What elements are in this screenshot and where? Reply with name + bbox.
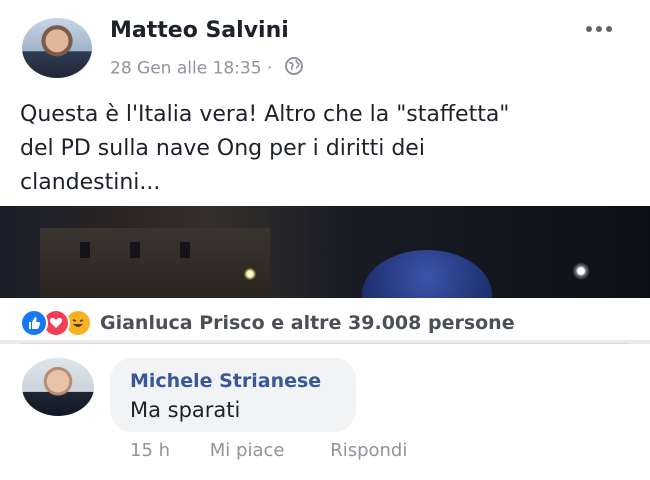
commenter-avatar[interactable]: [22, 358, 94, 416]
post-text-line: clandestini...: [20, 170, 161, 195]
post-text: Questa è l'Italia vera! Altro che la "st…: [20, 98, 630, 200]
window-shape: [80, 242, 90, 258]
comment-time[interactable]: 15 h: [130, 440, 170, 461]
comment-like-button[interactable]: Mi piace: [210, 440, 285, 461]
post-meta: 28 Gen alle 18:35 ·: [110, 56, 304, 81]
comment-author[interactable]: Michele Strianese: [130, 370, 321, 392]
building-shape: [40, 228, 270, 298]
post-text-line: del PD sulla nave Ong per i diritti dei: [20, 136, 425, 161]
comment-reply-button[interactable]: Rispondi: [330, 440, 407, 461]
globe-icon: [284, 56, 304, 81]
light-flare: [572, 262, 590, 280]
author-avatar[interactable]: [22, 18, 92, 78]
window-shape: [180, 242, 190, 258]
reactions-summary[interactable]: Gianluca Prisco e altre 39.008 persone: [100, 312, 515, 334]
blue-dome-shape: [362, 250, 492, 298]
post-card: Matteo Salvini 28 Gen alle 18:35 · Quest…: [0, 0, 650, 340]
post-text-line: Questa è l'Italia vera! Altro che la "st…: [20, 102, 510, 127]
like-icon: [20, 309, 48, 337]
reactions-bar[interactable]: Gianluca Prisco e altre 39.008 persone: [20, 308, 515, 338]
window-shape: [130, 242, 140, 258]
more-options-icon[interactable]: [586, 26, 612, 32]
street-lamp: [244, 268, 256, 280]
post-author[interactable]: Matteo Salvini: [110, 18, 289, 43]
post-video-thumbnail[interactable]: [0, 206, 650, 298]
comment-text: Ma sparati: [130, 398, 241, 422]
post-timestamp[interactable]: 28 Gen alle 18:35 ·: [110, 59, 272, 79]
comment-actions: 15 h Mi piace Rispondi: [130, 440, 407, 461]
